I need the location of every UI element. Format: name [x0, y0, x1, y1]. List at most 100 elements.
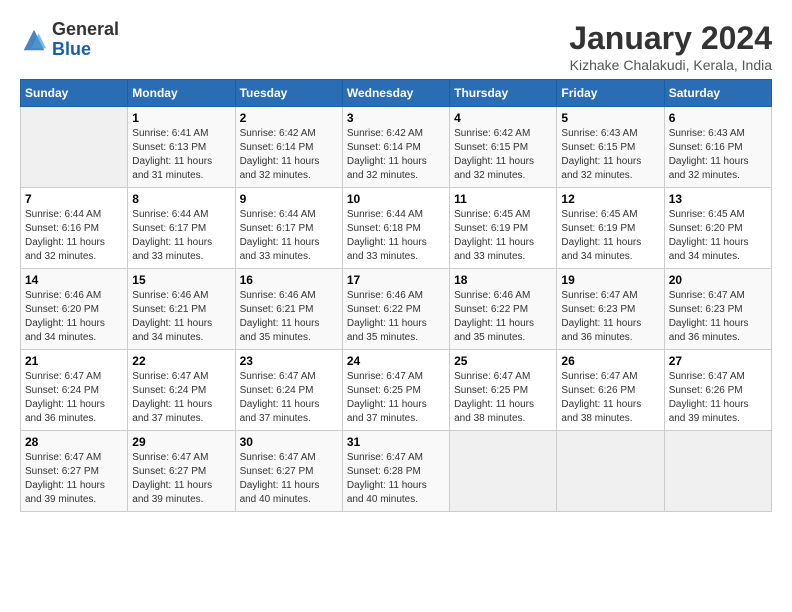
day-number: 9 [240, 192, 338, 206]
calendar-cell: 6 Sunrise: 6:43 AMSunset: 6:16 PMDaylight… [664, 107, 771, 188]
day-info: Sunrise: 6:42 AMSunset: 6:15 PMDaylight:… [454, 127, 552, 183]
logo: General Blue [20, 20, 119, 60]
day-number: 19 [561, 273, 659, 287]
location-subtitle: Kizhake Chalakudi, Kerala, India [569, 57, 772, 73]
day-number: 13 [669, 192, 767, 206]
day-number: 16 [240, 273, 338, 287]
day-number: 5 [561, 111, 659, 125]
calendar-cell: 8Sunrise: 6:44 AMSunset: 6:17 PMDaylight… [128, 188, 235, 269]
header-tuesday: Tuesday [235, 80, 342, 107]
calendar-cell: 4Sunrise: 6:42 AMSunset: 6:15 PMDaylight… [450, 107, 557, 188]
day-info: Sunrise: 6:47 AMSunset: 6:26 PMDaylight:… [669, 370, 767, 426]
calendar-cell: 28Sunrise: 6:47 AMSunset: 6:27 PMDayligh… [21, 431, 128, 512]
calendar-cell: 26 Sunrise: 6:47 AMSunset: 6:26 PMDayligh… [557, 350, 664, 431]
day-number: 23 [240, 354, 338, 368]
day-number: 20 [669, 273, 767, 287]
header-friday: Friday [557, 80, 664, 107]
day-number: 26 [561, 354, 659, 368]
week-row-4: 21 Sunrise: 6:47 AMSunset: 6:24 PMDayligh… [21, 350, 772, 431]
calendar-cell: 24 Sunrise: 6:47 AMSunset: 6:25 PMDayligh… [342, 350, 449, 431]
day-number: 14 [25, 273, 123, 287]
day-info: Sunrise: 6:47 AMSunset: 6:25 PMDaylight:… [347, 370, 445, 426]
day-info: Sunrise: 6:47 AMSunset: 6:24 PMDaylight:… [25, 370, 123, 426]
header-sunday: Sunday [21, 80, 128, 107]
week-row-3: 14 Sunrise: 6:46 AMSunset: 6:20 PMDayligh… [21, 269, 772, 350]
calendar-cell: 3 Sunrise: 6:42 AMSunset: 6:14 PMDaylight… [342, 107, 449, 188]
day-info: Sunrise: 6:42 AMSunset: 6:14 PMDaylight:… [347, 127, 445, 183]
day-number: 25 [454, 354, 552, 368]
day-number: 12 [561, 192, 659, 206]
calendar-cell: 30 Sunrise: 6:47 AMSunset: 6:27 PMDayligh… [235, 431, 342, 512]
calendar-cell: 18 Sunrise: 6:46 AMSunset: 6:22 PMDayligh… [450, 269, 557, 350]
day-number: 1 [132, 111, 230, 125]
logo-text: General Blue [52, 20, 119, 60]
day-info: Sunrise: 6:47 AMSunset: 6:27 PMDaylight:… [240, 451, 338, 507]
day-number: 11 [454, 192, 552, 206]
day-number: 18 [454, 273, 552, 287]
header-row: SundayMondayTuesdayWednesdayThursdayFrid… [21, 80, 772, 107]
header-saturday: Saturday [664, 80, 771, 107]
day-number: 27 [669, 354, 767, 368]
page-header: General Blue January 2024 Kizhake Chalak… [20, 20, 772, 73]
day-number: 2 [240, 111, 338, 125]
calendar-cell: 13 Sunrise: 6:45 AMSunset: 6:20 PMDayligh… [664, 188, 771, 269]
day-number: 6 [669, 111, 767, 125]
day-info: Sunrise: 6:47 AMSunset: 6:25 PMDaylight:… [454, 370, 552, 426]
day-number: 24 [347, 354, 445, 368]
day-info: Sunrise: 6:47 AMSunset: 6:28 PMDaylight:… [347, 451, 445, 507]
calendar-cell: 17Sunrise: 6:46 AMSunset: 6:22 PMDayligh… [342, 269, 449, 350]
calendar-cell: 5Sunrise: 6:43 AMSunset: 6:15 PMDaylight… [557, 107, 664, 188]
day-info: Sunrise: 6:47 AMSunset: 6:23 PMDaylight:… [669, 289, 767, 345]
week-row-1: 1 Sunrise: 6:41 AMSunset: 6:13 PMDaylight… [21, 107, 772, 188]
day-info: Sunrise: 6:46 AMSunset: 6:21 PMDaylight:… [132, 289, 230, 345]
calendar-cell: 21 Sunrise: 6:47 AMSunset: 6:24 PMDayligh… [21, 350, 128, 431]
calendar-cell: 20 Sunrise: 6:47 AMSunset: 6:23 PMDayligh… [664, 269, 771, 350]
calendar-cell: 9 Sunrise: 6:44 AMSunset: 6:17 PMDaylight… [235, 188, 342, 269]
logo-icon [20, 26, 48, 54]
calendar-cell: 23 Sunrise: 6:47 AMSunset: 6:24 PMDayligh… [235, 350, 342, 431]
header-thursday: Thursday [450, 80, 557, 107]
day-number: 22 [132, 354, 230, 368]
day-info: Sunrise: 6:46 AMSunset: 6:22 PMDaylight:… [454, 289, 552, 345]
calendar-body: 1 Sunrise: 6:41 AMSunset: 6:13 PMDaylight… [21, 107, 772, 512]
calendar-table: SundayMondayTuesdayWednesdayThursdayFrid… [20, 79, 772, 512]
month-year-title: January 2024 [569, 20, 772, 57]
header-monday: Monday [128, 80, 235, 107]
day-info: Sunrise: 6:47 AMSunset: 6:27 PMDaylight:… [132, 451, 230, 507]
title-area: January 2024 Kizhake Chalakudi, Kerala, … [569, 20, 772, 73]
day-info: Sunrise: 6:43 AMSunset: 6:16 PMDaylight:… [669, 127, 767, 183]
day-info: Sunrise: 6:47 AMSunset: 6:24 PMDaylight:… [240, 370, 338, 426]
calendar-cell: 7 Sunrise: 6:44 AMSunset: 6:16 PMDaylight… [21, 188, 128, 269]
calendar-cell: 16 Sunrise: 6:46 AMSunset: 6:21 PMDayligh… [235, 269, 342, 350]
day-info: Sunrise: 6:44 AMSunset: 6:18 PMDaylight:… [347, 208, 445, 264]
calendar-cell: 10Sunrise: 6:44 AMSunset: 6:18 PMDayligh… [342, 188, 449, 269]
day-number: 21 [25, 354, 123, 368]
day-number: 7 [25, 192, 123, 206]
day-number: 3 [347, 111, 445, 125]
calendar-cell: 22Sunrise: 6:47 AMSunset: 6:24 PMDayligh… [128, 350, 235, 431]
day-info: Sunrise: 6:47 AMSunset: 6:26 PMDaylight:… [561, 370, 659, 426]
calendar-cell: 31 Sunrise: 6:47 AMSunset: 6:28 PMDayligh… [342, 431, 449, 512]
week-row-2: 7 Sunrise: 6:44 AMSunset: 6:16 PMDaylight… [21, 188, 772, 269]
calendar-cell [450, 431, 557, 512]
calendar-header: SundayMondayTuesdayWednesdayThursdayFrid… [21, 80, 772, 107]
day-info: Sunrise: 6:45 AMSunset: 6:19 PMDaylight:… [561, 208, 659, 264]
calendar-cell: 25 Sunrise: 6:47 AMSunset: 6:25 PMDayligh… [450, 350, 557, 431]
day-number: 28 [25, 435, 123, 449]
header-wednesday: Wednesday [342, 80, 449, 107]
day-info: Sunrise: 6:44 AMSunset: 6:17 PMDaylight:… [240, 208, 338, 264]
day-number: 30 [240, 435, 338, 449]
day-info: Sunrise: 6:41 AMSunset: 6:13 PMDaylight:… [132, 127, 230, 183]
day-info: Sunrise: 6:44 AMSunset: 6:16 PMDaylight:… [25, 208, 123, 264]
day-info: Sunrise: 6:46 AMSunset: 6:20 PMDaylight:… [25, 289, 123, 345]
calendar-cell [664, 431, 771, 512]
calendar-cell: 14 Sunrise: 6:46 AMSunset: 6:20 PMDayligh… [21, 269, 128, 350]
day-number: 29 [132, 435, 230, 449]
week-row-5: 28 Sunrise: 6:47 AMSunset: 6:27 PMDayligh… [21, 431, 772, 512]
calendar-cell: 27 Sunrise: 6:47 AMSunset: 6:26 PMDayligh… [664, 350, 771, 431]
day-number: 31 [347, 435, 445, 449]
day-info: Sunrise: 6:44 AMSunset: 6:17 PMDaylight:… [132, 208, 230, 264]
calendar-cell: 2Sunrise: 6:42 AMSunset: 6:14 PMDaylight… [235, 107, 342, 188]
day-info: Sunrise: 6:45 AMSunset: 6:20 PMDaylight:… [669, 208, 767, 264]
day-info: Sunrise: 6:46 AMSunset: 6:21 PMDaylight:… [240, 289, 338, 345]
